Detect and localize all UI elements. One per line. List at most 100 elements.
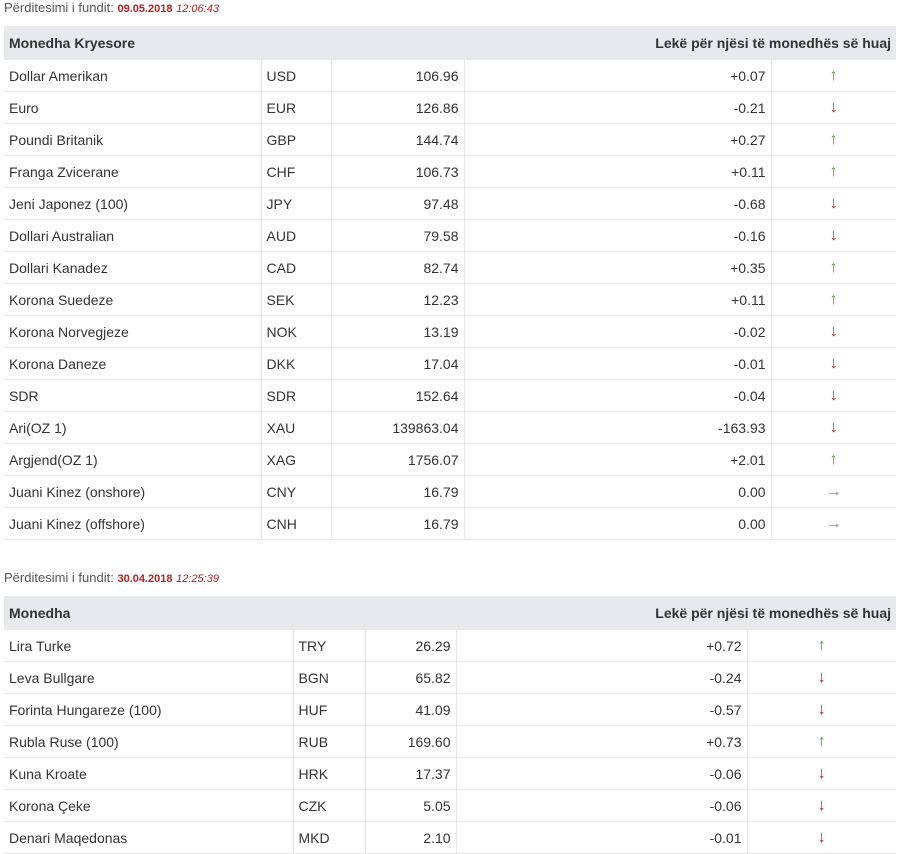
- rate-change: -0.16: [464, 219, 772, 252]
- rate-change: -0.21: [464, 91, 772, 124]
- table-row: Korona Norvegjeze NOK 13.19 -0.02 ↓: [4, 315, 897, 348]
- currency-name: Rubla Ruse (100): [4, 725, 294, 758]
- currency-name: Korona Norvegjeze: [4, 315, 262, 348]
- arrow-up-icon: ↑: [829, 450, 838, 468]
- table-row: Leva Bullgare BGN 65.82 -0.24 ↓: [4, 661, 897, 694]
- currency-code: TRY: [293, 630, 366, 662]
- arrow-down-icon: ↓: [829, 226, 838, 244]
- arrow-up-icon: ↑: [817, 636, 826, 654]
- table-row: Ari(OZ 1) XAU 139863.04 -163.93 ↓: [4, 411, 897, 444]
- arrow-up-icon: ↑: [829, 258, 838, 276]
- table-row: Poundi Britanik GBP 144.74 +0.27 ↑: [4, 123, 897, 156]
- exchange-rate: 17.04: [331, 347, 465, 380]
- arrow-right-icon: →: [825, 482, 842, 500]
- trend-cell: ↓: [771, 219, 897, 252]
- currency-name: Ari(OZ 1): [4, 411, 262, 444]
- arrow-down-icon: ↓: [817, 668, 826, 686]
- rate-change: 0.00: [464, 507, 772, 540]
- table-row: Forinta Hungareze (100) HUF 41.09 -0.57 ↓: [4, 693, 897, 726]
- table-row: Juani Kinez (onshore) CNY 16.79 0.00 →: [4, 475, 897, 508]
- exchange-rate: 17.37: [365, 757, 457, 790]
- arrow-right-icon: →: [825, 514, 842, 532]
- arrow-down-icon: ↓: [829, 418, 838, 436]
- table-row: Korona Çeke CZK 5.05 -0.06 ↓: [4, 789, 897, 822]
- arrow-down-icon: ↓: [817, 796, 826, 814]
- trend-cell: ↓: [771, 91, 897, 124]
- currency-code: DKK: [261, 347, 332, 380]
- exchange-rate: 106.73: [331, 155, 465, 188]
- currency-name: Lira Turke: [4, 630, 294, 662]
- arrow-down-icon: ↓: [817, 828, 826, 846]
- trend-cell: ↑: [747, 725, 897, 758]
- rate-change: -0.06: [456, 757, 748, 790]
- table-row: Denari Maqedonas MKD 2.10 -0.01 ↓: [4, 821, 897, 854]
- exchange-rate: 79.58: [331, 219, 465, 252]
- trend-cell: ↓: [771, 315, 897, 348]
- trend-cell: ↓: [747, 661, 897, 694]
- rate-change: +0.72: [456, 630, 748, 662]
- currency-name: SDR: [4, 379, 262, 412]
- rate-change: 0.00: [464, 475, 772, 508]
- currency-code: USD: [261, 60, 332, 92]
- currency-code: SEK: [261, 283, 332, 316]
- rate-change: -0.01: [456, 821, 748, 854]
- currency-code: SDR: [261, 379, 332, 412]
- arrow-up-icon: ↑: [829, 162, 838, 180]
- last-update-time: 12:25:39: [176, 573, 219, 585]
- currency-code: CZK: [293, 789, 366, 822]
- currency-name: Juani Kinez (onshore): [4, 475, 262, 508]
- table-header-row: Monedha Lekë për njësi të monedhës së hu…: [4, 596, 897, 630]
- currency-code: CNY: [261, 475, 332, 508]
- table-row: Franga Zvicerane CHF 106.73 +0.11 ↑: [4, 155, 897, 188]
- exchange-rate: 1756.07: [331, 443, 465, 476]
- rate-change: -0.04: [464, 379, 772, 412]
- currency-name: Korona Suedeze: [4, 283, 262, 316]
- exchange-rate: 26.29: [365, 630, 457, 662]
- exchange-rate: 152.64: [331, 379, 465, 412]
- header-lek-per-unit: Lekë për njësi të monedhës së huaj: [456, 596, 897, 630]
- arrow-down-icon: ↓: [829, 194, 838, 212]
- table-header-row: Monedha Kryesore Lekë për njësi të moned…: [4, 26, 897, 60]
- currency-name: Argjend(OZ 1): [4, 443, 262, 476]
- table-row: Dollar Amerikan USD 106.96 +0.07 ↑: [4, 60, 897, 92]
- exchange-rate: 5.05: [365, 789, 457, 822]
- arrow-up-icon: ↑: [817, 732, 826, 750]
- table-row: Argjend(OZ 1) XAG 1756.07 +2.01 ↑: [4, 443, 897, 476]
- exchange-rate: 82.74: [331, 251, 465, 284]
- currency-code: AUD: [261, 219, 332, 252]
- exchange-rate: 16.79: [331, 507, 465, 540]
- currency-code: JPY: [261, 187, 332, 220]
- currency-code: EUR: [261, 91, 332, 124]
- table-row: Jeni Japonez (100) JPY 97.48 -0.68 ↓: [4, 187, 897, 220]
- currency-name: Juani Kinez (offshore): [4, 507, 262, 540]
- exchange-rate: 2.10: [365, 821, 457, 854]
- exchange-rate: 65.82: [365, 661, 457, 694]
- currency-code: HUF: [293, 693, 366, 726]
- currency-code: XAU: [261, 411, 332, 444]
- table-row: SDR SDR 152.64 -0.04 ↓: [4, 379, 897, 412]
- trend-cell: ↓: [771, 411, 897, 444]
- exchange-rate: 169.60: [365, 725, 457, 758]
- arrow-down-icon: ↓: [817, 700, 826, 718]
- exchange-rate: 97.48: [331, 187, 465, 220]
- trend-cell: ↑: [771, 123, 897, 156]
- rate-change: -163.93: [464, 411, 772, 444]
- last-update-main: Përditesimi i fundit: 09.05.2018 12:06:4…: [4, 0, 219, 15]
- header-currency: Monedha Kryesore: [4, 26, 465, 60]
- currency-code: CHF: [261, 155, 332, 188]
- table-row: Dollari Kanadez CAD 82.74 +0.35 ↑: [4, 251, 897, 284]
- currency-name: Jeni Japonez (100): [4, 187, 262, 220]
- header-lek-per-unit: Lekë për njësi të monedhës së huaj: [464, 26, 897, 60]
- rate-change: -0.24: [456, 661, 748, 694]
- arrow-up-icon: ↑: [829, 290, 838, 308]
- rate-change: -0.06: [456, 789, 748, 822]
- currency-name: Franga Zvicerane: [4, 155, 262, 188]
- exchange-rate: 12.23: [331, 283, 465, 316]
- main-currencies-table: Monedha Kryesore Lekë për njësi të moned…: [4, 26, 897, 540]
- last-update-label: Përditesimi i fundit:: [4, 570, 114, 585]
- currency-name: Forinta Hungareze (100): [4, 693, 294, 726]
- exchange-rate: 144.74: [331, 123, 465, 156]
- arrow-up-icon: ↑: [829, 130, 838, 148]
- trend-cell: ↓: [771, 187, 897, 220]
- rate-change: +0.73: [456, 725, 748, 758]
